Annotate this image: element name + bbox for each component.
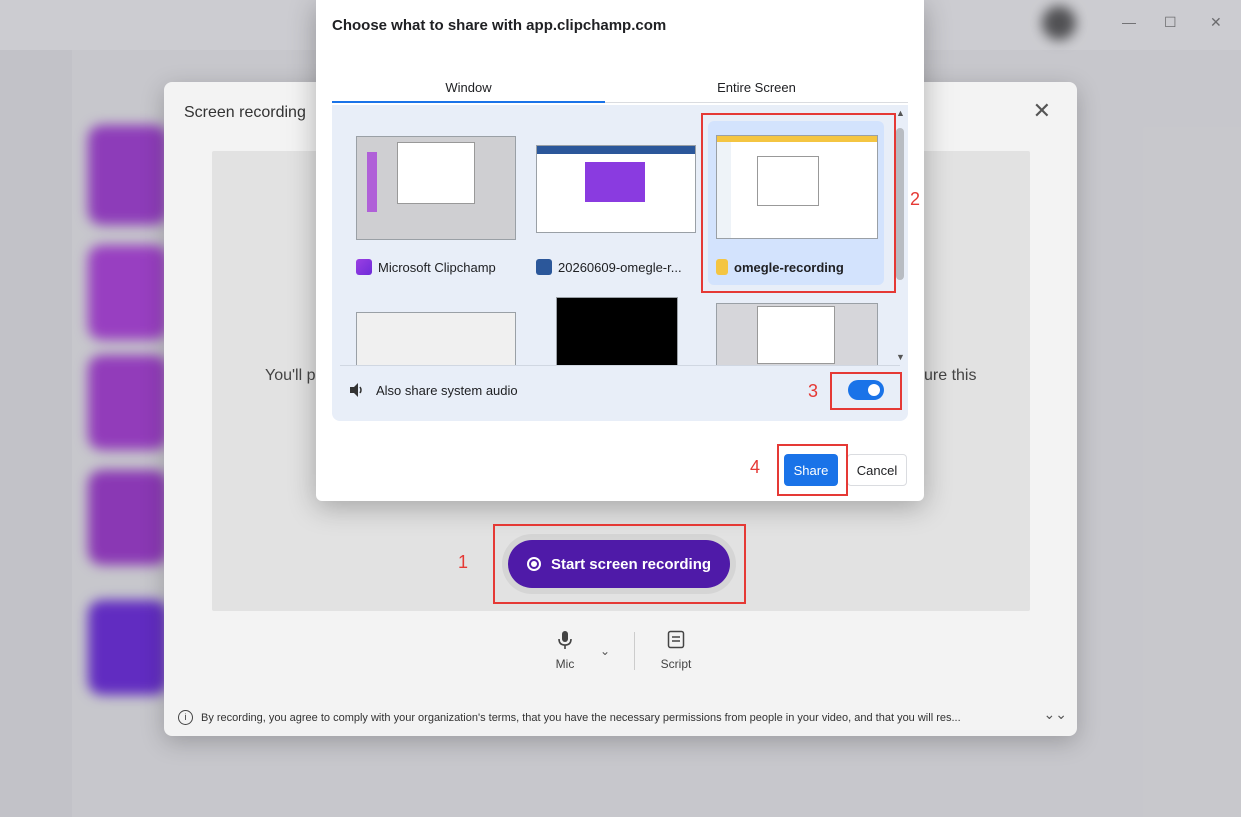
script-icon bbox=[667, 630, 685, 649]
system-audio-row: Also share system audio bbox=[348, 382, 518, 398]
tab-window[interactable]: Window bbox=[332, 80, 605, 95]
annotation-box-2 bbox=[701, 113, 896, 293]
scrollbar-thumb[interactable] bbox=[896, 128, 904, 280]
window-thumbnail[interactable] bbox=[716, 303, 878, 365]
dialog-title: Choose what to share with app.clipchamp.… bbox=[332, 17, 667, 34]
system-audio-label: Also share system audio bbox=[376, 382, 518, 398]
window-option[interactable]: 20260609-omegle-r... bbox=[528, 125, 696, 285]
cancel-button[interactable]: Cancel bbox=[847, 454, 907, 486]
terms-text: By recording, you agree to comply with y… bbox=[201, 711, 961, 724]
tab-active-indicator bbox=[332, 101, 605, 103]
clipchamp-icon bbox=[356, 259, 372, 275]
scroll-down-arrow-icon[interactable]: ▼ bbox=[896, 352, 905, 362]
speaker-icon bbox=[350, 383, 362, 397]
word-icon bbox=[536, 259, 552, 275]
info-icon: i bbox=[178, 710, 193, 725]
annotation-box-3 bbox=[830, 372, 902, 410]
window-thumbnail[interactable] bbox=[556, 297, 678, 365]
annotation-number-3: 3 bbox=[808, 381, 819, 401]
instruction-text-right: ure this bbox=[924, 367, 977, 384]
window-label: 20260609-omegle-r... bbox=[536, 259, 682, 275]
window-thumbnail bbox=[536, 145, 696, 233]
expand-chevron-icon[interactable]: ⌄⌄ bbox=[1044, 706, 1067, 723]
window-label: Microsoft Clipchamp bbox=[356, 259, 496, 275]
control-divider bbox=[634, 632, 635, 670]
window-thumbnail[interactable] bbox=[356, 312, 516, 365]
script-label: Script bbox=[660, 657, 692, 671]
close-icon[interactable]: ✕ bbox=[1033, 98, 1051, 124]
microphone-icon bbox=[558, 631, 572, 649]
terms-footer: i By recording, you agree to comply with… bbox=[178, 710, 961, 725]
scroll-up-arrow-icon[interactable]: ▲ bbox=[896, 108, 905, 118]
grid-divider bbox=[340, 365, 900, 366]
window-thumbnail bbox=[356, 136, 516, 240]
tab-entire-screen[interactable]: Entire Screen bbox=[605, 80, 908, 95]
annotation-number-2: 2 bbox=[910, 189, 921, 209]
mic-label: Mic bbox=[555, 657, 575, 671]
annotation-box-4 bbox=[777, 444, 848, 496]
annotation-box-1 bbox=[493, 524, 746, 604]
annotation-number-4: 4 bbox=[750, 457, 761, 477]
modal-title: Screen recording bbox=[184, 104, 306, 121]
mic-dropdown-chevron-icon[interactable]: ⌄ bbox=[600, 644, 610, 658]
annotation-number-1: 1 bbox=[458, 552, 469, 572]
mic-control[interactable]: Mic bbox=[550, 630, 580, 671]
instruction-text-left: You'll p bbox=[265, 367, 316, 384]
window-option[interactable]: Microsoft Clipchamp bbox=[348, 125, 516, 285]
script-control[interactable]: Script bbox=[656, 630, 696, 671]
